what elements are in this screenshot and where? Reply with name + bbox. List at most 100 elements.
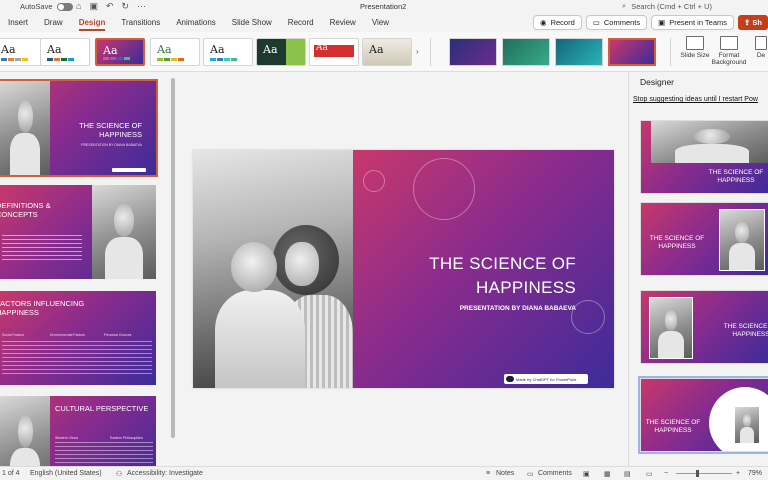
- redo-icon[interactable]: ↻: [122, 1, 130, 12]
- idea-2-title: THE SCIENCE OF HAPPINESS: [649, 235, 705, 250]
- slide-title-line-1: THE SCIENCE OF: [429, 254, 576, 273]
- made-with-badge: Made by ChatGPT for PowerPoint: [504, 374, 588, 384]
- tab-view[interactable]: View: [364, 14, 397, 32]
- tab-review[interactable]: Review: [322, 14, 364, 32]
- idea-photo: [735, 407, 759, 443]
- design-idea-1[interactable]: THE SCIENCE OF HAPPINESS: [640, 120, 768, 194]
- variant-1[interactable]: [449, 38, 497, 66]
- share-icon: ⇪: [744, 18, 753, 27]
- idea-3-title: THE SCIENCE OF HAPPINESS: [723, 323, 768, 338]
- autosave-toggle[interactable]: [56, 2, 73, 11]
- slide-thumbnail-1[interactable]: THE SCIENCE OF HAPPINESS PRESENTATION BY…: [0, 79, 158, 177]
- slide-photo: [0, 396, 50, 466]
- language[interactable]: English (United States): [30, 470, 102, 477]
- design-idea-3[interactable]: THE SCIENCE OF HAPPINESS: [640, 290, 768, 364]
- zoom-out-icon[interactable]: −: [664, 470, 668, 477]
- theme-current[interactable]: Aa: [95, 38, 145, 66]
- variant-4-selected[interactable]: [608, 38, 656, 66]
- format-background-icon: [720, 36, 738, 50]
- photo-woman-face: [285, 242, 319, 286]
- search-box[interactable]: ⌕ Search (Cmd + Ctrl + U): [622, 1, 712, 11]
- designer-button[interactable]: De: [754, 36, 768, 59]
- stop-suggesting-link[interactable]: Stop suggesting ideas until I restart Po…: [633, 96, 758, 103]
- tab-draw[interactable]: Draw: [36, 14, 71, 32]
- idea-photo: [649, 297, 693, 359]
- theme-office[interactable]: Aa: [0, 38, 44, 66]
- slide-canvas[interactable]: THE SCIENCE OF HAPPINESS PRESENTATION BY…: [193, 150, 614, 388]
- thumbnail-scrollbar[interactable]: [171, 78, 175, 438]
- status-comments-button[interactable]: Comments: [538, 470, 572, 477]
- normal-view-icon[interactable]: ▣: [583, 470, 590, 478]
- slide-1-subtitle: PRESENTATION BY DIANA BABAEVA: [81, 143, 142, 147]
- slide-title[interactable]: THE SCIENCE OF HAPPINESS: [376, 252, 576, 300]
- document-title: Presentation2: [360, 2, 407, 11]
- save-icon[interactable]: ▣: [89, 1, 98, 12]
- format-background-label: Format Background: [711, 52, 747, 66]
- slide-3-body-text: [2, 341, 152, 377]
- design-idea-2[interactable]: THE SCIENCE OF HAPPINESS: [640, 202, 768, 276]
- accessibility-status[interactable]: Accessibility: Investigate: [127, 470, 203, 477]
- slide-title-line-2: HAPPINESS: [475, 278, 576, 297]
- slide-4-body-text: [55, 442, 153, 466]
- tab-transitions[interactable]: Transitions: [113, 14, 168, 32]
- variant-2[interactable]: [502, 38, 550, 66]
- share-button[interactable]: ⇪ Sh: [738, 15, 768, 30]
- zoom-slider[interactable]: [676, 473, 732, 474]
- idea-1-title: THE SCIENCE OF HAPPINESS: [708, 169, 764, 184]
- slide-size-label: Slide Size: [680, 52, 710, 59]
- slide-show-icon[interactable]: ▭: [646, 470, 653, 478]
- record-button[interactable]: ◉ Record: [533, 15, 582, 30]
- theme-organic[interactable]: Aa: [309, 38, 359, 66]
- slide-sorter-icon[interactable]: ▦: [604, 470, 611, 478]
- themes-scroll-right-icon[interactable]: ›: [416, 47, 419, 56]
- slide-2-body-text: [2, 235, 82, 263]
- notes-button[interactable]: Notes: [496, 470, 514, 477]
- autosave[interactable]: AutoSave: [20, 2, 73, 11]
- slide-1-title: THE SCIENCE OF HAPPINESS: [79, 121, 142, 139]
- zoom-level[interactable]: 79%: [748, 470, 762, 477]
- slide-thumbnail-4[interactable]: CULTURAL PERSPECTIVE Western Views Easte…: [0, 396, 156, 466]
- record-icon: ◉: [540, 18, 547, 27]
- format-background-button[interactable]: Format Background: [710, 36, 748, 66]
- slide-photo: [0, 81, 50, 175]
- design-idea-4[interactable]: THE SCIENCE OF HAPPINESS: [638, 376, 768, 454]
- slide-3-title: FACTORS INFLUENCING HAPPINESS: [0, 299, 85, 317]
- home-icon[interactable]: ⌂: [76, 1, 81, 12]
- tab-animations[interactable]: Animations: [168, 14, 224, 32]
- reading-view-icon[interactable]: ▤: [624, 470, 631, 478]
- present-in-teams-label: Present in Teams: [669, 18, 728, 27]
- slide-3-col-1: Social Factors: [2, 333, 25, 337]
- undo-icon[interactable]: ↶: [106, 1, 114, 12]
- theme-retrospect[interactable]: Aa: [362, 38, 412, 66]
- slide-thumbnail-3[interactable]: FACTORS INFLUENCING HAPPINESS Social Fac…: [0, 291, 156, 385]
- comments-button[interactable]: ▭ Comments: [585, 15, 648, 30]
- tab-slide-show[interactable]: Slide Show: [224, 14, 280, 32]
- slide-photo: [92, 185, 156, 279]
- slide-4-col-2: Eastern Philosophies: [110, 436, 143, 440]
- customize-icon[interactable]: ⋯: [137, 1, 146, 12]
- theme-label: Aa: [157, 43, 172, 56]
- tab-insert[interactable]: Insert: [0, 14, 36, 32]
- theme-facet[interactable]: Aa: [150, 38, 200, 66]
- slide-subtitle[interactable]: PRESENTATION BY DIANA BABAEVA: [460, 305, 576, 312]
- decorative-ring: [413, 158, 475, 220]
- decorative-ring: [571, 300, 605, 334]
- tab-record[interactable]: Record: [280, 14, 322, 32]
- variant-3[interactable]: [555, 38, 603, 66]
- slide-2-title: DEFINITIONS & CONCEPTS: [0, 201, 51, 219]
- design-ribbon: Aa Aa Aa Aa Aa Aa Aa Aa › Slide Size For…: [0, 32, 768, 72]
- theme-ion[interactable]: Aa: [256, 38, 306, 66]
- search-placeholder: Search (Cmd + Ctrl + U): [631, 1, 713, 11]
- slide-photo: [193, 150, 353, 388]
- slide-size-button[interactable]: Slide Size: [680, 36, 710, 59]
- designer-label: De: [756, 52, 766, 59]
- slide-thumbnail-2[interactable]: DEFINITIONS & CONCEPTS: [0, 185, 156, 279]
- zoom-in-icon[interactable]: +: [736, 470, 740, 477]
- theme-integral[interactable]: Aa: [203, 38, 253, 66]
- theme-label: Aa: [369, 43, 384, 56]
- chatgpt-logo-icon: [506, 376, 514, 382]
- theme-office-2[interactable]: Aa: [40, 38, 90, 66]
- present-in-teams-button[interactable]: ▣ Present in Teams: [651, 15, 735, 30]
- zoom-slider-thumb[interactable]: [696, 470, 699, 477]
- tab-design[interactable]: Design: [71, 14, 114, 32]
